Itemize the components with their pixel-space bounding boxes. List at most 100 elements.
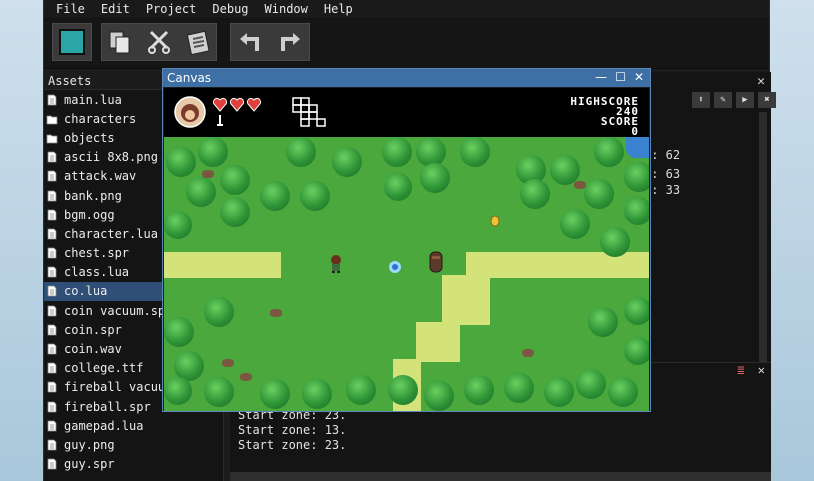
asset-label: fireball vacuum [64,380,173,395]
asset-item[interactable]: guy.spr [44,455,223,474]
undo-icon [240,33,259,51]
asset-label: fireball.spr [64,399,151,414]
flag-icon[interactable]: ≣ [737,363,744,377]
player-portrait-icon [174,96,206,128]
tree [384,173,412,201]
tree [504,373,534,403]
rock [574,181,586,189]
path-tile [442,275,490,325]
water-tile [626,137,649,158]
copy-button[interactable] [101,23,139,61]
cut-button[interactable] [140,23,178,61]
folder-icon [46,115,58,125]
enemy-sprite [429,251,443,273]
scrollbar[interactable] [759,112,767,362]
menu-project[interactable]: Project [146,2,197,16]
redo-button[interactable] [270,23,310,61]
close-icon[interactable]: ✕ [757,74,765,89]
file-icon [47,286,57,297]
tree [388,375,418,405]
redo-icon [281,33,300,51]
tree [166,147,196,177]
close-icon[interactable]: ✕ [758,363,765,377]
file-icon [47,420,57,432]
asset-label: character.lua [64,226,158,241]
paste-button[interactable] [179,23,217,61]
maximize-icon[interactable]: ☐ [615,70,626,84]
menu-edit[interactable]: Edit [101,2,130,16]
arrow-up-icon[interactable]: ⬆ [692,92,710,108]
tree [346,375,376,405]
tree [220,165,250,195]
tree [624,337,649,365]
close-icon[interactable]: ✕ [634,70,644,84]
canvas-titlebar[interactable]: Canvas — ☐ ✕ [163,69,650,87]
player-sprite [331,255,341,273]
sword-icon [217,115,223,126]
tree [198,137,228,167]
delete-icon[interactable]: ✖ [758,92,776,108]
tree [600,227,630,257]
tag-icon[interactable]: ▶ [736,92,754,108]
path-tile [164,252,281,278]
rock [202,170,214,178]
tree [220,197,250,227]
asset-label: gamepad.lua [64,418,144,433]
tree [624,162,649,192]
tree [588,307,618,337]
asset-item[interactable]: guy.png [44,435,223,454]
toolbar [44,19,769,69]
tree [424,381,454,411]
tree [420,163,450,193]
file-icon [47,362,57,374]
file-icon [47,343,57,355]
tree [576,369,606,399]
tree [560,209,590,239]
file-icon [47,439,57,451]
horizontal-scrollbar[interactable] [230,472,771,481]
console-line: Start zone: 13. [238,423,347,437]
file-icon [47,305,57,317]
eye-hidden-icon[interactable]: ✎ [714,92,732,108]
fireball-sprite [389,261,401,273]
menu-debug[interactable]: Debug [212,2,248,16]
file-icon [47,151,57,163]
path-tile [416,322,460,362]
file-icon [47,458,57,470]
tree [544,377,574,407]
asset-item[interactable]: gamepad.lua [44,416,223,435]
tree [382,137,412,167]
file-icon [47,382,57,393]
menu-bar: File Edit Project Debug Window Help [44,0,769,19]
hearts-icon [212,97,262,112]
tree [164,317,194,347]
tree [260,379,290,409]
tree [594,137,624,167]
tree [186,177,216,207]
tree [624,297,649,325]
coin-sprite [490,215,500,227]
asset-label: guy.spr [64,457,115,472]
tree [332,147,362,177]
minimize-icon[interactable]: — [595,70,607,84]
rock [522,349,534,357]
tree [164,211,192,239]
asset-label: co.lua [64,284,108,299]
asset-label: coin.wav [64,342,122,357]
menu-help[interactable]: Help [324,2,353,16]
file-icon [47,401,57,412]
rock [240,373,252,381]
menu-file[interactable]: File [56,2,85,16]
new-project-button[interactable] [52,23,92,61]
undo-button[interactable] [230,23,270,61]
asset-label: bgm.ogg [64,207,115,222]
game-viewport[interactable]: HIGHSCORE 240 SCORE 0 [164,88,649,411]
asset-label: attack.wav [64,169,137,184]
cut-icon [148,30,170,54]
menu-window[interactable]: Window [265,2,308,16]
tree [204,377,234,407]
asset-label: characters [64,111,137,126]
rock [270,309,282,317]
asset-label: objects [64,130,115,145]
map-grid-icon [292,97,326,127]
